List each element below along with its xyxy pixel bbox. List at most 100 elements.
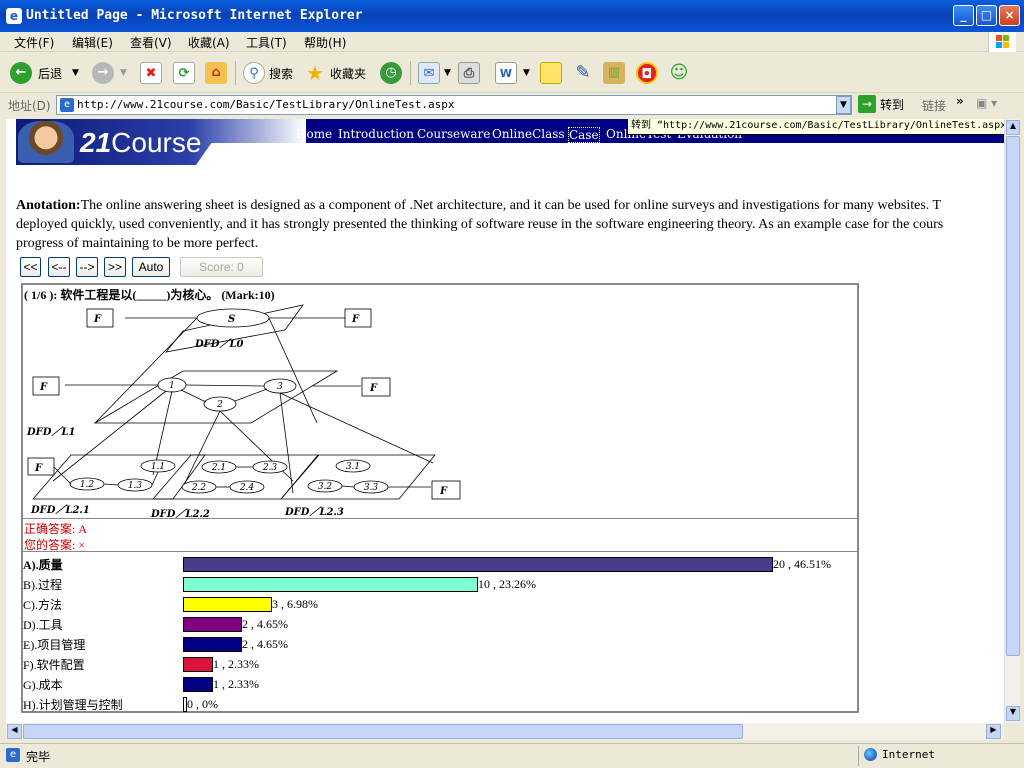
prev-button[interactable]: <-- [48,257,70,277]
messenger-button[interactable]: ☺ [668,60,690,86]
svg-text:3.2: 3.2 [318,482,333,492]
stop-button[interactable]: ✖ [140,60,162,86]
menu-tools[interactable]: 工具(T) [246,34,287,51]
menu-view[interactable]: 查看(V) [130,34,172,51]
result-bar [183,597,272,612]
result-value: 2 , 4.65% [242,617,288,631]
result-value: 3 , 6.98% [272,597,318,611]
mail-button[interactable]: ✉ ▼ [418,60,451,86]
option-label: G).成本 [23,678,63,692]
messenger-icon: ☺ [669,62,689,83]
nav-onlineclass[interactable]: OnlineClass [492,127,565,141]
svg-text:DFD／L0: DFD／L0 [194,338,243,350]
vertical-scrollbar[interactable]: ▲ ▼ [1004,119,1020,723]
search-icon: ⚲ [243,62,265,84]
ie-icon: e [6,8,22,24]
first-button[interactable]: << [20,257,41,277]
last-button[interactable]: >> [104,257,126,277]
stop-icon: ✖ [140,62,162,84]
print-button[interactable]: ⎙ [458,60,480,86]
dfd-diagram: F F F F F F S DFD／L0 DFD／L1 DFD／L2.1 DFD… [26,304,461,519]
option-label: F).软件配置 [23,658,85,672]
search-button[interactable]: ⚲ 搜索 [243,60,293,86]
menu-favorites[interactable]: 收藏(A) [188,34,230,51]
window-title: Untitled Page - Microsoft Internet Explo… [26,8,363,23]
svg-text:F: F [39,382,48,393]
menu-file[interactable]: 文件(F) [14,34,54,51]
horizontal-scroll-thumb[interactable] [23,724,743,739]
back-button[interactable]: ← 后退 ▼ [10,60,79,86]
svg-text:2: 2 [216,400,223,410]
maximize-button[interactable]: □ [976,5,997,26]
svg-text:F: F [351,314,360,325]
nav-home[interactable]: Home [296,127,332,141]
status-text: 完毕 [26,750,51,764]
horizontal-scrollbar[interactable]: ◀ ▶ [6,723,1004,740]
nav-introduction[interactable]: Introduction [338,127,414,141]
qq-button[interactable]: ◘ [636,60,658,86]
site-logo[interactable]: 21Course [80,127,201,159]
vertical-scroll-thumb[interactable] [1006,136,1020,656]
option-label: D).工具 [23,618,63,632]
dropdown-icon[interactable]: ▼ [72,68,79,78]
web-page: 21Course Home Introduction Courseware On… [6,119,1004,723]
svg-text:DFD／L1: DFD／L1 [26,426,75,438]
chevron-right-icon[interactable]: » [956,94,964,108]
score-button: Score: 0 [180,257,263,277]
scroll-down-icon[interactable]: ▼ [1006,706,1020,721]
result-bar [183,637,242,652]
globe-icon [864,748,877,761]
svg-text:F: F [34,463,43,474]
question-panel: ( 1/6 ): 软件工程是以(_____)为核心。 (Mark:10) F F… [21,283,859,713]
result-value: 1 , 2.33% [213,657,259,671]
refresh-button[interactable]: ⟳ [173,60,195,86]
svg-text:2.4: 2.4 [239,483,255,493]
address-url: http://www.21course.com/Basic/TestLibrar… [77,98,455,111]
menu-help[interactable]: 帮助(H) [304,34,346,51]
annotation-label: Anotation: [16,198,81,213]
home-icon: ⌂ [205,62,227,84]
address-dropdown[interactable]: ▼ [836,96,851,114]
research-button[interactable]: ✎ [572,60,594,86]
minimize-button[interactable]: _ [953,5,974,26]
option-label: E).项目管理 [23,638,86,652]
forward-arrow-icon: → [92,62,114,84]
svg-text:F: F [369,383,378,394]
scroll-left-icon[interactable]: ◀ [7,724,22,739]
scroll-up-icon[interactable]: ▲ [1006,120,1020,135]
svg-text:DFD／L2.1: DFD／L2.1 [30,504,90,516]
close-button[interactable]: × [999,5,1020,26]
auto-button[interactable]: Auto [132,257,170,277]
refresh-icon: ⟳ [173,62,195,84]
back-arrow-icon: ← [10,62,32,84]
library-button[interactable]: ▥ [603,60,625,86]
links-label[interactable]: 链接 [922,97,946,114]
edit-button[interactable]: W ▼ [495,60,530,86]
svg-text:1.2: 1.2 [80,480,95,490]
favorites-button[interactable]: ★ 收藏夹 [304,60,366,86]
history-button[interactable]: ◷ [380,60,402,86]
option-label: C).方法 [23,598,63,612]
result-value: 20 , 46.51% [773,557,831,571]
forward-button[interactable]: → ▼ [92,60,127,86]
scroll-right-icon[interactable]: ▶ [986,724,1001,739]
mail-icon: ✉ [418,62,440,84]
result-bar [183,617,242,632]
home-button[interactable]: ⌂ [205,60,227,86]
nav-case[interactable]: Case [568,127,600,143]
status-bar: e 完毕 Internet [0,743,1024,768]
discuss-button[interactable] [540,60,562,86]
svg-text:2.2: 2.2 [191,483,207,493]
option-label: A).质量 [23,558,63,572]
nav-courseware[interactable]: Courseware [417,127,490,141]
star-icon: ★ [306,61,324,85]
svg-text:F: F [439,486,448,497]
result-value: 2 , 4.65% [242,637,288,651]
address-input[interactable]: e http://www.21course.com/Basic/TestLibr… [56,95,852,115]
svg-text:3.1: 3.1 [346,462,360,472]
go-button[interactable]: → 转到 [858,95,904,113]
menu-edit[interactable]: 编辑(E) [72,34,113,51]
next-button[interactable]: --> [76,257,98,277]
links-icon[interactable]: ▣ ▾ [976,96,997,110]
windows-logo-icon [988,32,1016,52]
